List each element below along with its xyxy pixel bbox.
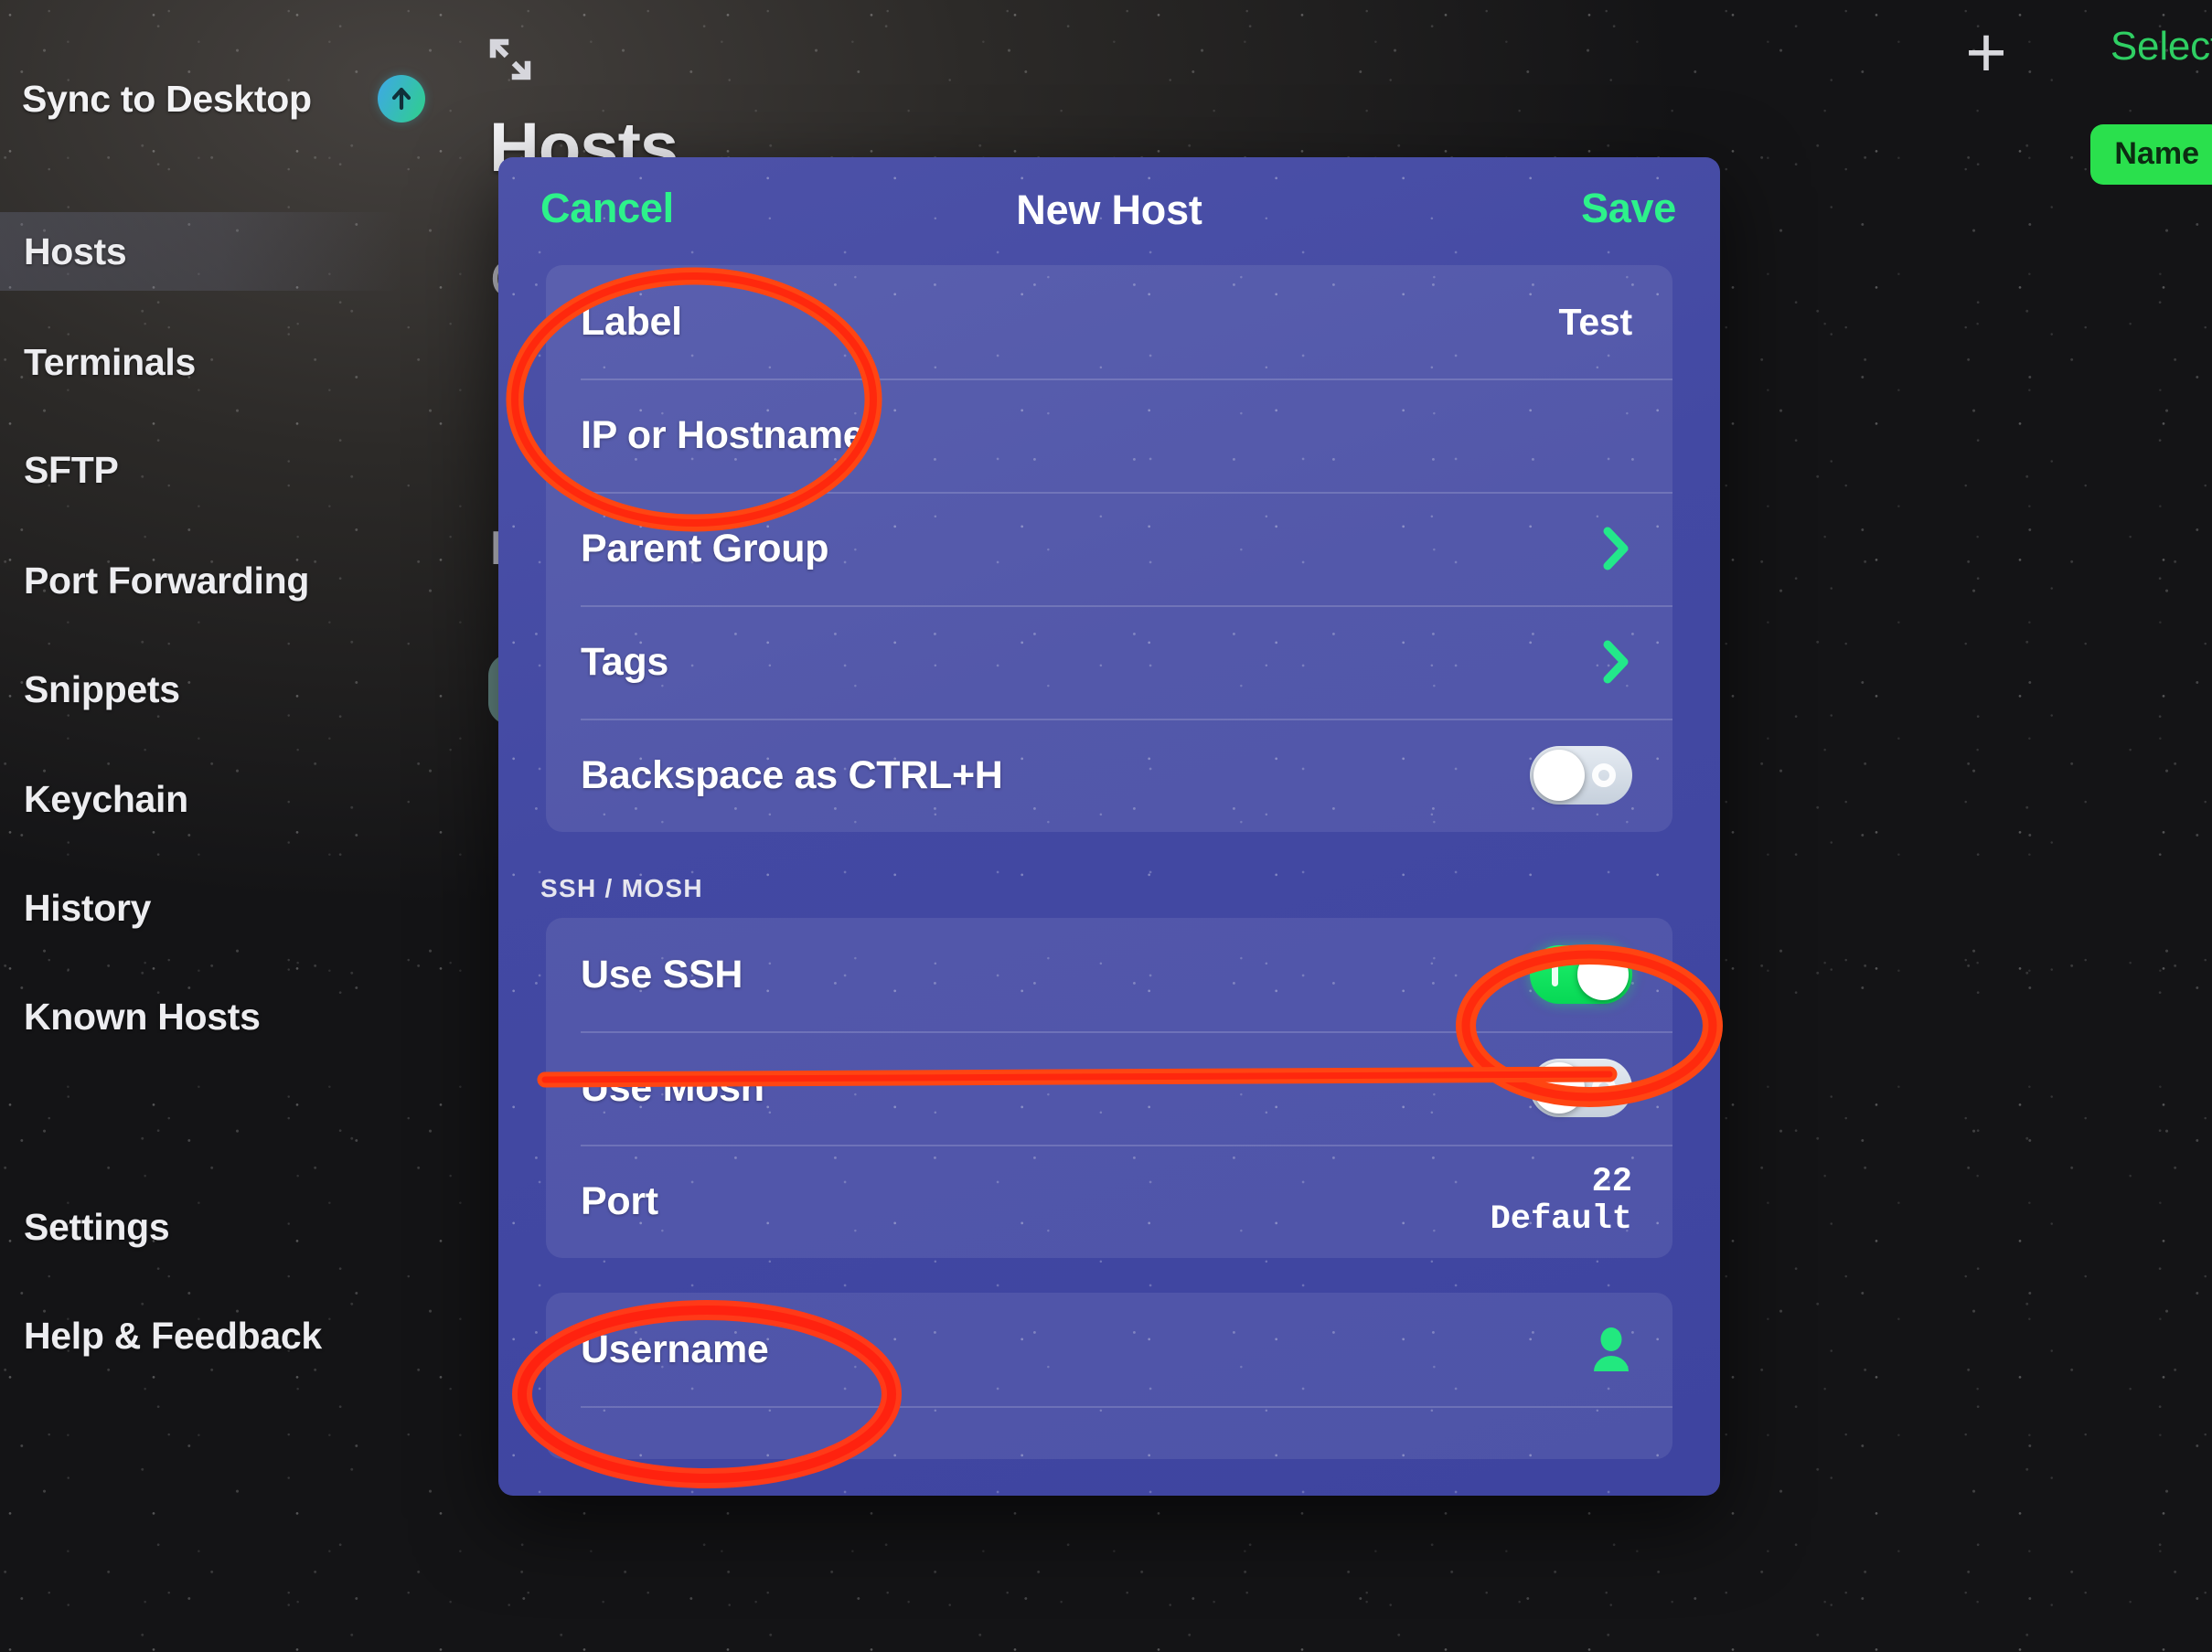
sidebar-item-hosts[interactable]: Hosts <box>0 212 402 291</box>
app-root: Sync to Desktop Hosts Terminals SFTP Por… <box>0 0 2212 1652</box>
toggle-knob <box>1577 949 1629 1000</box>
toggle-off-ring-icon <box>1592 763 1616 787</box>
sidebar-item-label: Keychain <box>24 777 188 820</box>
row-label-text: Label <box>581 299 682 344</box>
toggle-knob <box>1533 1062 1585 1114</box>
sidebar-item-help-and-feedback[interactable]: Help & Feedback <box>0 1296 402 1375</box>
row-label-text: Tags <box>581 639 668 684</box>
new-host-modal: Cancel New Host Save Label Test IP or Ho… <box>498 157 1720 1496</box>
ssh-mosh-section-header: SSH / MOSH <box>540 874 703 902</box>
sidebar-item-history[interactable]: History <box>0 869 402 947</box>
sidebar-item-settings[interactable]: Settings <box>0 1188 402 1266</box>
row-label-text: Username <box>581 1327 769 1371</box>
toggle-knob <box>1533 750 1585 801</box>
row-label-text: Backspace as CTRL+H <box>581 752 1003 797</box>
port-default-text: Default <box>1490 1200 1632 1239</box>
sync-to-desktop-button[interactable]: Sync to Desktop <box>22 75 425 123</box>
row-label[interactable]: Label Test <box>546 265 1672 378</box>
row-label-text: Parent Group <box>581 526 829 570</box>
sidebar-item-label: Settings <box>24 1205 170 1248</box>
sidebar-item-sftp[interactable]: SFTP <box>0 431 402 509</box>
toggle-on-bar-icon <box>1552 963 1558 986</box>
sync-up-arrow-icon[interactable] <box>377 75 425 123</box>
expand-fullscreen-icon[interactable] <box>482 31 539 88</box>
row-parent-group[interactable]: Parent Group <box>546 492 1672 605</box>
auth-card: Username <box>546 1293 1672 1459</box>
sidebar-item-port-forwarding[interactable]: Port Forwarding <box>0 541 402 620</box>
use-ssh-toggle[interactable] <box>1530 945 1632 1004</box>
backspace-as-ctrl-h-toggle[interactable] <box>1530 746 1632 805</box>
sort-by-name-pill[interactable]: Name <box>2090 124 2212 185</box>
row-partial-next[interactable] <box>546 1406 1672 1459</box>
sidebar-item-label: SFTP <box>24 448 119 491</box>
row-label-text: Use SSH <box>581 952 743 997</box>
row-label-text: Use Mosh <box>581 1065 764 1110</box>
sidebar-item-keychain[interactable]: Keychain <box>0 760 402 838</box>
port-number: 22 <box>1591 1162 1632 1201</box>
general-settings-card: Label Test IP or Hostname Parent Group T… <box>546 265 1672 832</box>
row-use-mosh[interactable]: Use Mosh <box>546 1031 1672 1145</box>
sidebar-item-label: Hosts <box>24 229 127 272</box>
ssh-mosh-card: Use SSH Use Mosh Port 22 Default <box>546 918 1672 1258</box>
sidebar-item-label: Terminals <box>24 340 196 383</box>
row-backspace-as-ctrl-h[interactable]: Backspace as CTRL+H <box>546 719 1672 832</box>
row-ip-or-hostname[interactable]: IP or Hostname <box>546 378 1672 492</box>
sidebar-item-snippets[interactable]: Snippets <box>0 650 402 729</box>
add-host-button[interactable]: + <box>1954 16 2018 88</box>
use-mosh-toggle[interactable] <box>1530 1059 1632 1117</box>
sidebar-item-label: Port Forwarding <box>24 559 310 602</box>
sidebar-item-label: Snippets <box>24 667 180 710</box>
row-port[interactable]: Port 22 Default <box>546 1145 1672 1258</box>
sidebar-item-label: History <box>24 886 152 929</box>
select-button[interactable]: Select <box>2110 24 2212 69</box>
toggle-off-ring-icon <box>1592 1076 1616 1100</box>
modal-title: New Host <box>1016 187 1202 233</box>
row-label-text: Port <box>581 1178 658 1223</box>
topbar: + Select Name <box>1828 0 2212 185</box>
label-field-value[interactable]: Test <box>1559 301 1633 344</box>
row-label-text: IP or Hostname <box>581 412 865 457</box>
sidebar-item-terminals[interactable]: Terminals <box>0 323 402 401</box>
row-username[interactable]: Username <box>546 1293 1672 1406</box>
save-button[interactable]: Save <box>1581 185 1676 232</box>
sync-to-desktop-label: Sync to Desktop <box>22 77 312 120</box>
port-value-block[interactable]: 22 Default <box>1490 1162 1632 1240</box>
modal-header: Cancel New Host Save <box>498 157 1720 265</box>
sidebar-item-label: Help & Feedback <box>24 1314 322 1357</box>
sidebar-item-known-hosts[interactable]: Known Hosts <box>0 977 402 1056</box>
row-tags[interactable]: Tags <box>546 605 1672 719</box>
sidebar-item-label: Known Hosts <box>24 995 261 1038</box>
chevron-right-icon[interactable] <box>1601 525 1632 572</box>
row-use-ssh[interactable]: Use SSH <box>546 918 1672 1031</box>
person-icon[interactable] <box>1590 1326 1632 1373</box>
chevron-right-icon[interactable] <box>1601 638 1632 686</box>
sidebar: Sync to Desktop Hosts Terminals SFTP Por… <box>0 0 476 1652</box>
